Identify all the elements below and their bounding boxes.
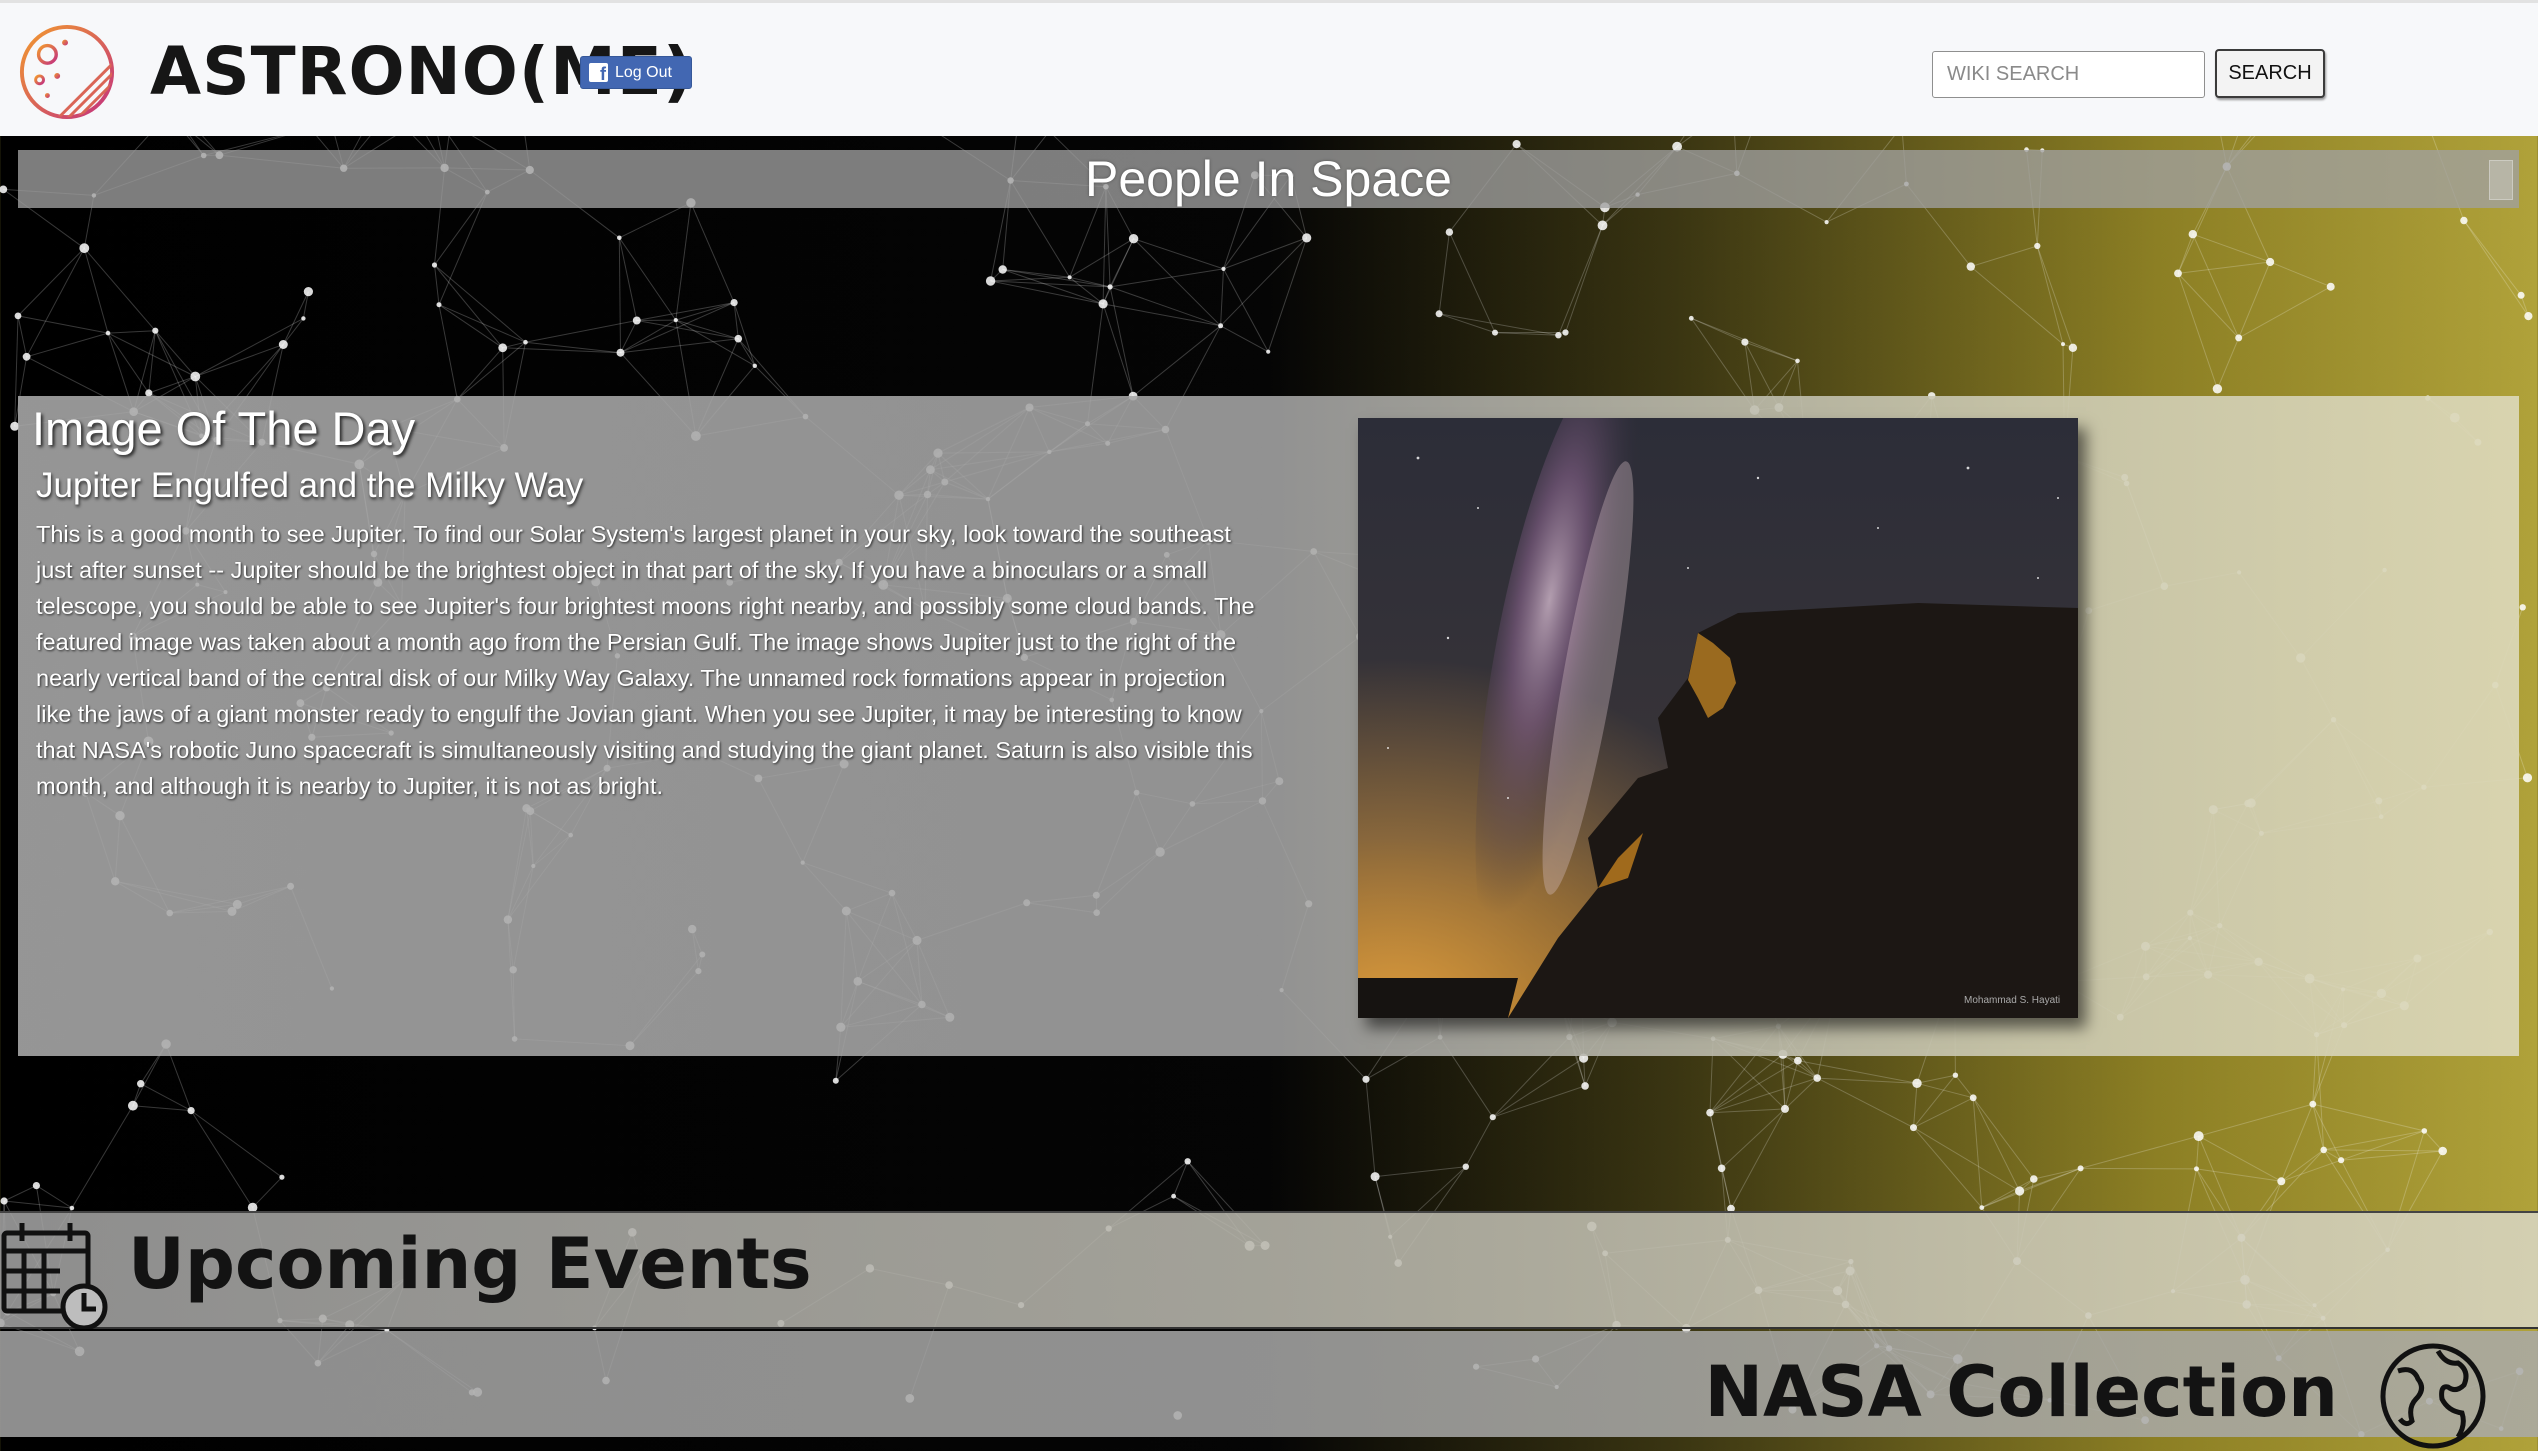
- planet-logo-icon[interactable]: [18, 23, 116, 121]
- iotd-credit: Mohammad S. Hayati: [1964, 995, 2060, 1006]
- image-of-the-day-section: Image Of The Day Jupiter Engulfed and th…: [18, 396, 2519, 1056]
- nasa-collection-title: NASA Collection: [1704, 1351, 2338, 1433]
- people-in-space-section[interactable]: People In Space: [18, 150, 2519, 208]
- search-button[interactable]: SEARCH: [2215, 49, 2325, 98]
- top-navbar: ASTRONO(ME) f Log Out SEARCH: [0, 0, 2538, 136]
- facebook-icon: f: [589, 63, 608, 82]
- iotd-title: Jupiter Engulfed and the Milky Way: [36, 466, 583, 506]
- upcoming-events-title: Upcoming Events: [128, 1223, 812, 1305]
- iotd-heading: Image Of The Day: [32, 401, 415, 456]
- iotd-photo[interactable]: Mohammad S. Hayati: [1358, 418, 2078, 1018]
- upcoming-events-section[interactable]: Upcoming Events: [0, 1211, 2538, 1329]
- wiki-search-input[interactable]: [1932, 51, 2205, 98]
- people-in-space-title[interactable]: People In Space: [1085, 151, 1452, 207]
- facebook-logout-button[interactable]: f Log Out: [580, 56, 692, 89]
- iotd-description: This is a good month to see Jupiter. To …: [36, 516, 1256, 804]
- calendar-clock-icon: [0, 1219, 110, 1329]
- globe-icon: [2378, 1341, 2488, 1451]
- logout-label: Log Out: [615, 64, 672, 82]
- nasa-collection-section[interactable]: NASA Collection: [0, 1331, 2538, 1437]
- people-scroll-handle[interactable]: [2489, 160, 2513, 200]
